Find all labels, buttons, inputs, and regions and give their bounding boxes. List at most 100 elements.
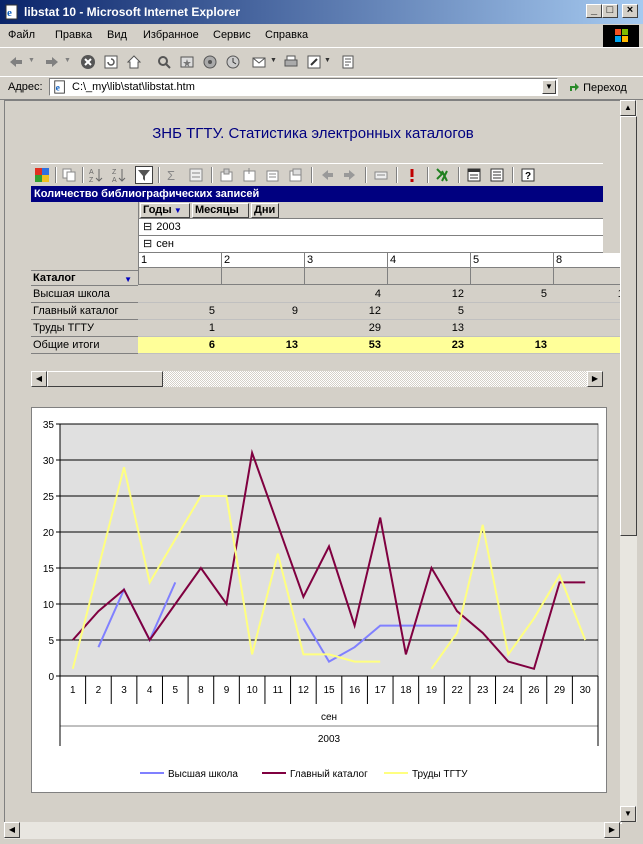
field-properties-icon[interactable] [466,167,482,183]
history-icon[interactable] [225,54,241,70]
scroll-down-icon[interactable]: ▼ [620,806,636,822]
forward-dropdown-icon[interactable]: ▼ [64,57,71,64]
close-button[interactable]: × [622,4,638,18]
scroll-right-icon[interactable]: ▶ [604,822,620,838]
autosum-icon[interactable]: Σ [165,167,181,183]
stop-icon[interactable] [80,54,96,70]
collapse-icon[interactable] [219,167,235,183]
maximize-button[interactable]: □ [602,4,618,18]
x-tick-label: 11 [273,685,284,696]
x-tick-label: 18 [400,685,412,696]
column-field-button[interactable]: Месяцы [192,203,249,218]
row-field-button[interactable]: Каталог ▼ [31,270,138,286]
svg-text:A: A [89,169,94,176]
expand-icon[interactable] [242,167,258,183]
year-header[interactable]: ⊟ 2003 [138,219,603,236]
refresh-data-icon[interactable] [404,167,420,183]
discuss-icon[interactable] [340,54,356,70]
address-input[interactable]: e C:\_my\lib\stat\libstat.htm ▼ [49,78,558,96]
office-logo-icon[interactable] [34,167,50,183]
address-bar: Адрес: e C:\_my\lib\stat\libstat.htm ▼ П… [0,76,643,100]
collapse-toggle-icon[interactable]: ⊟ [143,238,152,250]
data-cell [553,303,621,320]
total-cell: 13 [221,337,304,354]
x-tick-label: 4 [147,685,153,696]
pivot-scroll-left-icon[interactable]: ◀ [31,371,47,387]
menu-favorites[interactable]: Избранное [143,29,199,41]
field-dropdown-icon[interactable]: ▼ [172,206,182,215]
back-icon[interactable] [8,54,24,70]
column-field-button[interactable]: Дни [251,203,279,218]
address-dropdown-icon[interactable]: ▼ [542,80,556,94]
menu-file[interactable]: Файл [8,29,35,41]
collapse-toggle-icon[interactable]: ⊟ [143,221,152,233]
properties-icon[interactable] [489,167,505,183]
data-cell: 13 [553,286,621,303]
day-blank [387,268,470,285]
page-hscroll[interactable]: ◀ ▶ [4,822,620,839]
minimize-button[interactable]: _ [586,4,602,18]
go-button[interactable]: Переход [568,81,627,94]
column-field-button[interactable]: Годы ▼ [140,203,190,218]
mail-dropdown-icon[interactable]: ▼ [270,57,277,64]
page-viewport: ЗНБ ТГТУ. Статистика электронных каталог… [4,100,622,824]
autofilter-icon[interactable] [135,166,153,184]
sort-ascending-icon[interactable]: AZ [88,167,104,183]
field-dropdown-icon[interactable]: ▼ [124,273,132,285]
refresh-icon[interactable] [103,54,119,70]
row-label[interactable]: Труды ТГТУ [31,320,138,337]
edit-dropdown-icon[interactable]: ▼ [324,57,331,64]
svg-text:A: A [112,177,117,183]
menu-tools[interactable]: Сервис [213,29,251,41]
x-tick-label: 10 [247,685,259,696]
scroll-up-icon[interactable]: ▲ [620,100,636,116]
y-tick-label: 5 [48,636,54,647]
day-header[interactable]: 1 [138,253,221,268]
move-right-icon[interactable] [342,167,358,183]
day-header[interactable]: 5 [470,253,553,268]
menu-view[interactable]: Вид [107,29,127,41]
page-vscroll[interactable]: ▲ ▼ [620,100,637,822]
row-label[interactable]: Высшая школа [31,286,138,303]
print-icon[interactable] [283,54,299,70]
export-excel-icon[interactable] [435,167,451,183]
day-blank [221,268,304,285]
search-icon[interactable] [156,54,172,70]
day-blank [138,268,221,285]
pivot-scroll-thumb[interactable] [47,371,163,387]
sort-descending-icon[interactable]: ZA [111,167,127,183]
window-titlebar[interactable]: e libstat 10 - Microsoft Internet Explor… [0,0,643,24]
copy-icon[interactable] [61,167,77,183]
hide-details-icon[interactable] [265,167,281,183]
day-header[interactable]: 2 [221,253,304,268]
go-label: Переход [583,82,627,94]
edit-icon[interactable] [306,54,322,70]
field-list-icon[interactable] [373,167,389,183]
day-header[interactable]: 8 [553,253,621,268]
pivot-scroll-right-icon[interactable]: ▶ [587,371,603,387]
back-dropdown-icon[interactable]: ▼ [28,57,35,64]
home-icon[interactable] [126,54,142,70]
totals-label[interactable]: Общие итоги [31,337,138,354]
show-details-icon[interactable] [288,167,304,183]
scroll-left-icon[interactable]: ◀ [4,822,20,838]
data-cell [221,286,304,303]
pivot-hscroll[interactable]: ◀ ▶ [31,371,603,387]
calculated-totals-icon[interactable] [188,167,204,183]
month-header[interactable]: ⊟ сен [138,236,603,253]
browser-toolbar: ▼ ▼ ▼ ▼ [0,47,643,77]
menu-help[interactable]: Справка [265,29,308,41]
mail-icon[interactable] [252,54,268,70]
x-group-month-label: сен [321,712,337,723]
favorites-icon[interactable] [179,54,195,70]
media-icon[interactable] [202,54,218,70]
move-left-icon[interactable] [319,167,335,183]
menu-edit[interactable]: Правка [55,29,92,41]
forward-icon[interactable] [44,54,60,70]
page-vscroll-thumb[interactable] [620,116,637,536]
x-tick-label: 30 [580,685,592,696]
row-label[interactable]: Главный каталог [31,303,138,320]
day-header[interactable]: 3 [304,253,387,268]
help-icon[interactable]: ? [520,167,536,183]
day-header[interactable]: 4 [387,253,470,268]
